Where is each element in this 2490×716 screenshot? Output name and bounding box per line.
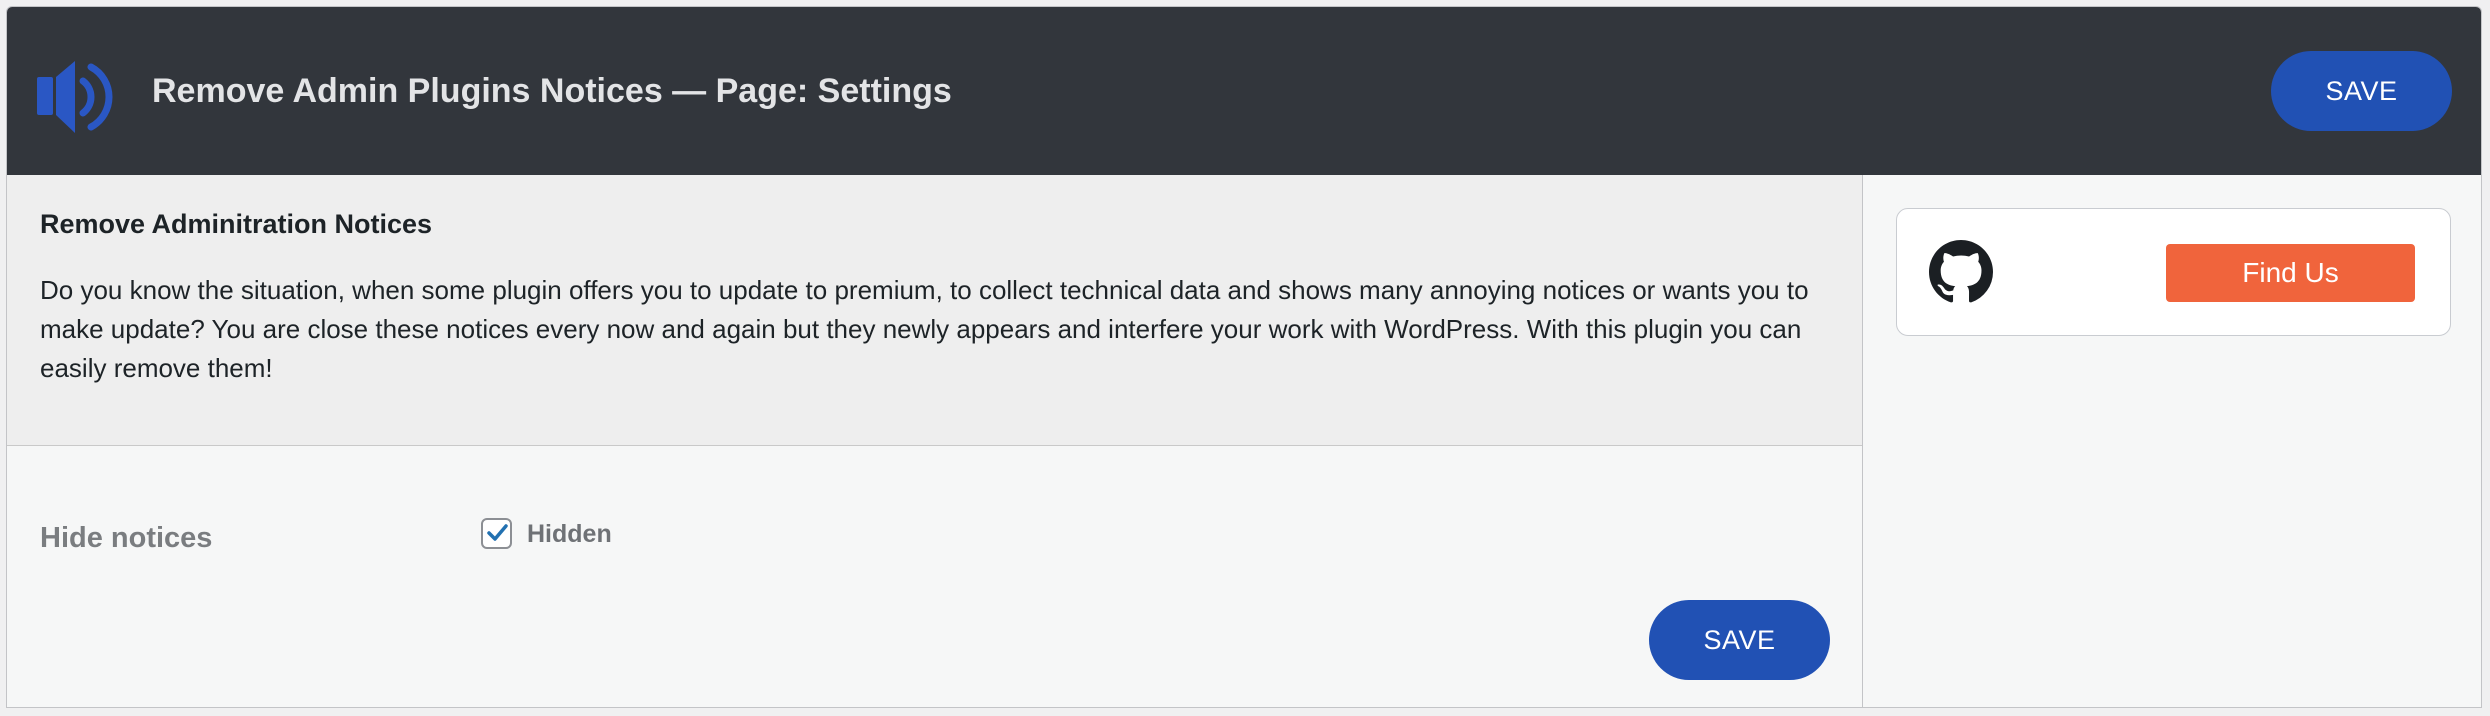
find-us-button[interactable]: Find Us xyxy=(2166,244,2415,302)
hide-notices-label: Hide notices xyxy=(40,522,213,554)
intro-description: Do you know the situation, when some plu… xyxy=(40,275,1809,383)
github-icon xyxy=(1929,240,1993,309)
intro-section: Remove Adminitration Notices Do you know… xyxy=(7,175,1862,446)
settings-main: Remove Adminitration Notices Do you know… xyxy=(7,175,1863,707)
save-button[interactable]: SAVE xyxy=(1649,600,1830,680)
speaker-icon xyxy=(37,57,127,137)
checkmark-icon xyxy=(487,524,508,541)
intro-title: Remove Adminitration Notices xyxy=(40,209,433,239)
save-button-header[interactable]: SAVE xyxy=(2271,51,2452,131)
sidebar: Find Us xyxy=(1863,175,2481,707)
page-title: Remove Admin Plugins Notices — Page: Set… xyxy=(152,72,952,110)
find-us-card: Find Us xyxy=(1896,208,2451,336)
settings-page: Remove Admin Plugins Notices — Page: Set… xyxy=(6,6,2482,708)
hidden-checkbox[interactable] xyxy=(481,518,512,549)
hidden-checkbox-label[interactable]: Hidden xyxy=(527,520,612,549)
page-header: Remove Admin Plugins Notices — Page: Set… xyxy=(7,7,2481,175)
